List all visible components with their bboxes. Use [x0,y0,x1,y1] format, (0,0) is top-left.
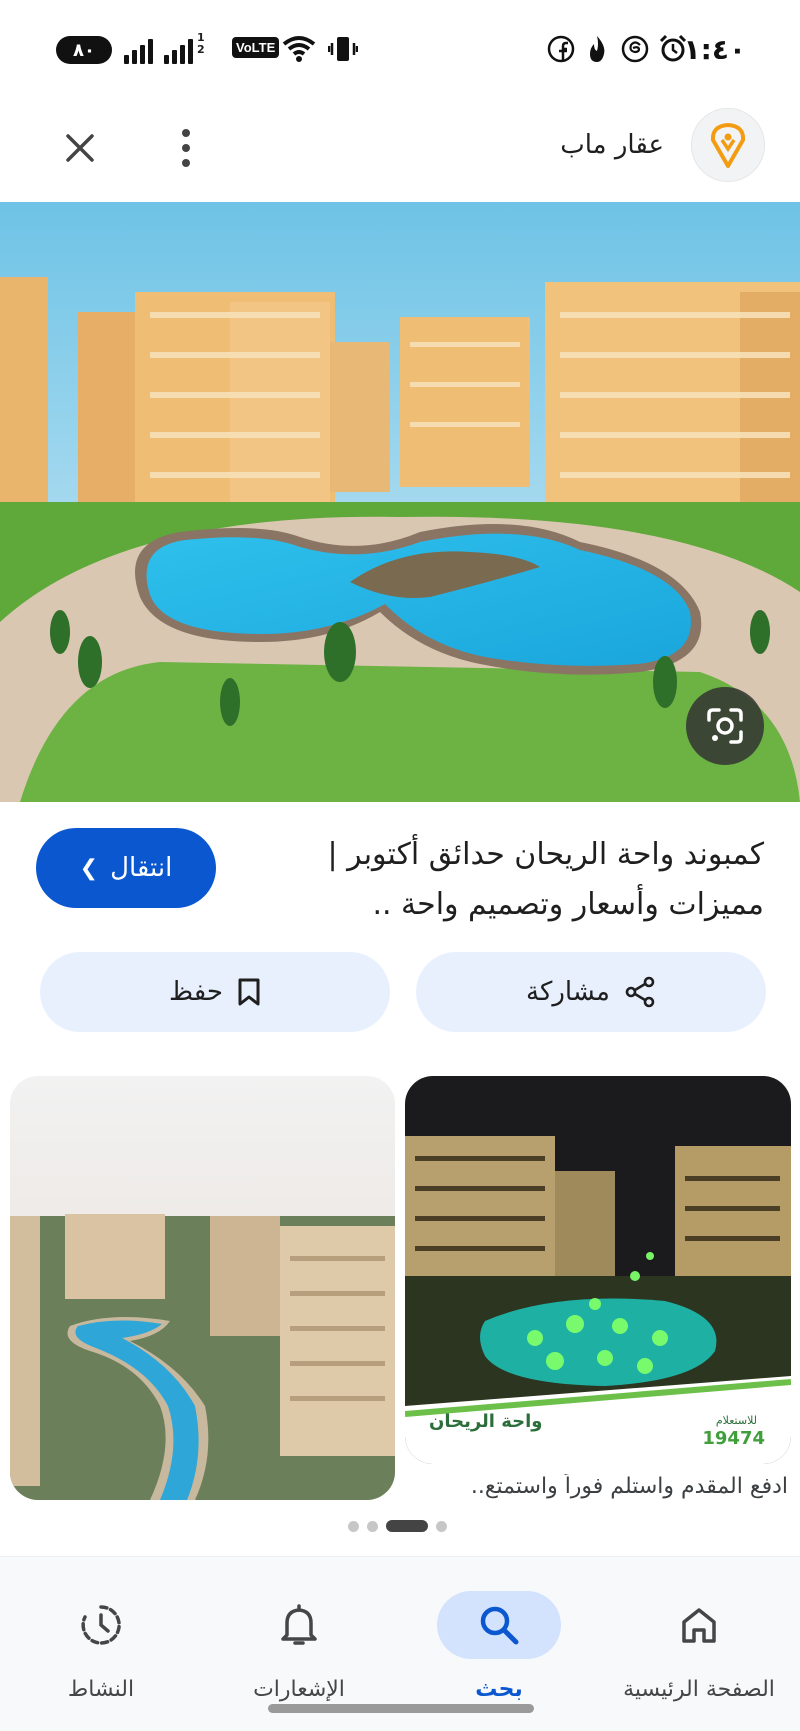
visit-button[interactable]: ❮ انتقال [36,828,216,908]
source-site-logo[interactable] [691,108,765,182]
search-icon-container [437,1591,561,1659]
home-icon [682,1608,716,1643]
facebook-icon [547,35,575,63]
google-lens-button[interactable] [686,687,764,765]
ad-hotline-label: للاستعلام [715,1414,757,1427]
activity-icon-container [39,1591,163,1659]
signal-icon [124,38,153,64]
lens-icon [707,708,743,744]
nav-home-label: الصفحة الرئيسية [623,1677,775,1702]
related-card-caption[interactable]: ادفع المقدم واستلم فوراً واستمتع.. [408,1474,788,1499]
search-icon [480,1606,519,1645]
app-header: عقار ماب [0,100,800,202]
signal-sim2-icon [164,38,193,64]
ad-brand-logo: واحة الريحان [429,1411,543,1432]
bell-icon [281,1604,317,1645]
night-pool-ad-photo [405,1076,791,1464]
nav-activity[interactable]: النشاط [6,1557,196,1731]
pager-dot[interactable] [436,1520,447,1532]
sim2-label: 1 2 [197,31,205,56]
share-button[interactable]: مشاركة [416,952,766,1032]
carousel-pager [348,1520,447,1532]
nav-search-label: بحث [475,1677,523,1702]
close-button[interactable] [54,122,106,174]
flame-icon [590,36,605,62]
result-title[interactable]: كمبوند واحة الريحان حدائق أكتوبر | مميزا… [264,830,765,930]
chevron-left-icon: ❮ [79,855,99,881]
battery-indicator: ٨٠ [56,36,112,64]
aerial-pool-photo [10,1076,395,1500]
more-options-button[interactable] [166,122,206,174]
ad-hotline-number: 19474 [702,1428,765,1449]
nav-home[interactable]: الصفحة الرئيسية [604,1557,794,1731]
hero-image[interactable] [0,202,800,802]
source-site-name[interactable]: عقار ماب [560,130,664,160]
compound-pool-photo [0,202,800,802]
pager-dot[interactable] [367,1520,378,1532]
home-icon-container [637,1591,761,1659]
nav-activity-label: النشاط [67,1677,135,1702]
related-image-card[interactable] [10,1076,395,1500]
pager-dot-active[interactable] [386,1520,428,1532]
share-button-label: مشاركة [526,977,610,1007]
related-ad-card[interactable]: واحة الريحان للاستعلام 19474 [405,1076,791,1464]
bottom-navigation: النشاط الإشعارات بحث الصفحة الرئيسية [0,1556,800,1731]
bell-icon-container [237,1591,361,1659]
bookmark-icon [238,978,260,1006]
pager-dot[interactable] [348,1520,359,1532]
threads-icon [621,35,649,63]
wifi-icon [282,36,316,62]
location-pin-logo-icon [710,123,746,168]
save-button[interactable]: حفظ [40,952,390,1032]
activity-icon [81,1605,121,1645]
status-time: ١:٤٠ [683,33,746,66]
save-button-label: حفظ [169,977,223,1007]
gesture-home-indicator[interactable] [268,1704,534,1713]
status-bar: ٨٠ 1 2 VoLTE ١:٤٠ [0,0,800,100]
vibrate-icon [328,37,358,61]
share-icon [625,976,655,1008]
visit-button-label: انتقال [110,853,173,883]
close-icon [66,134,94,162]
nav-notifications-label: الإشعارات [253,1677,345,1702]
volte-badge: VoLTE [232,37,280,58]
more-vert-icon [182,129,190,167]
